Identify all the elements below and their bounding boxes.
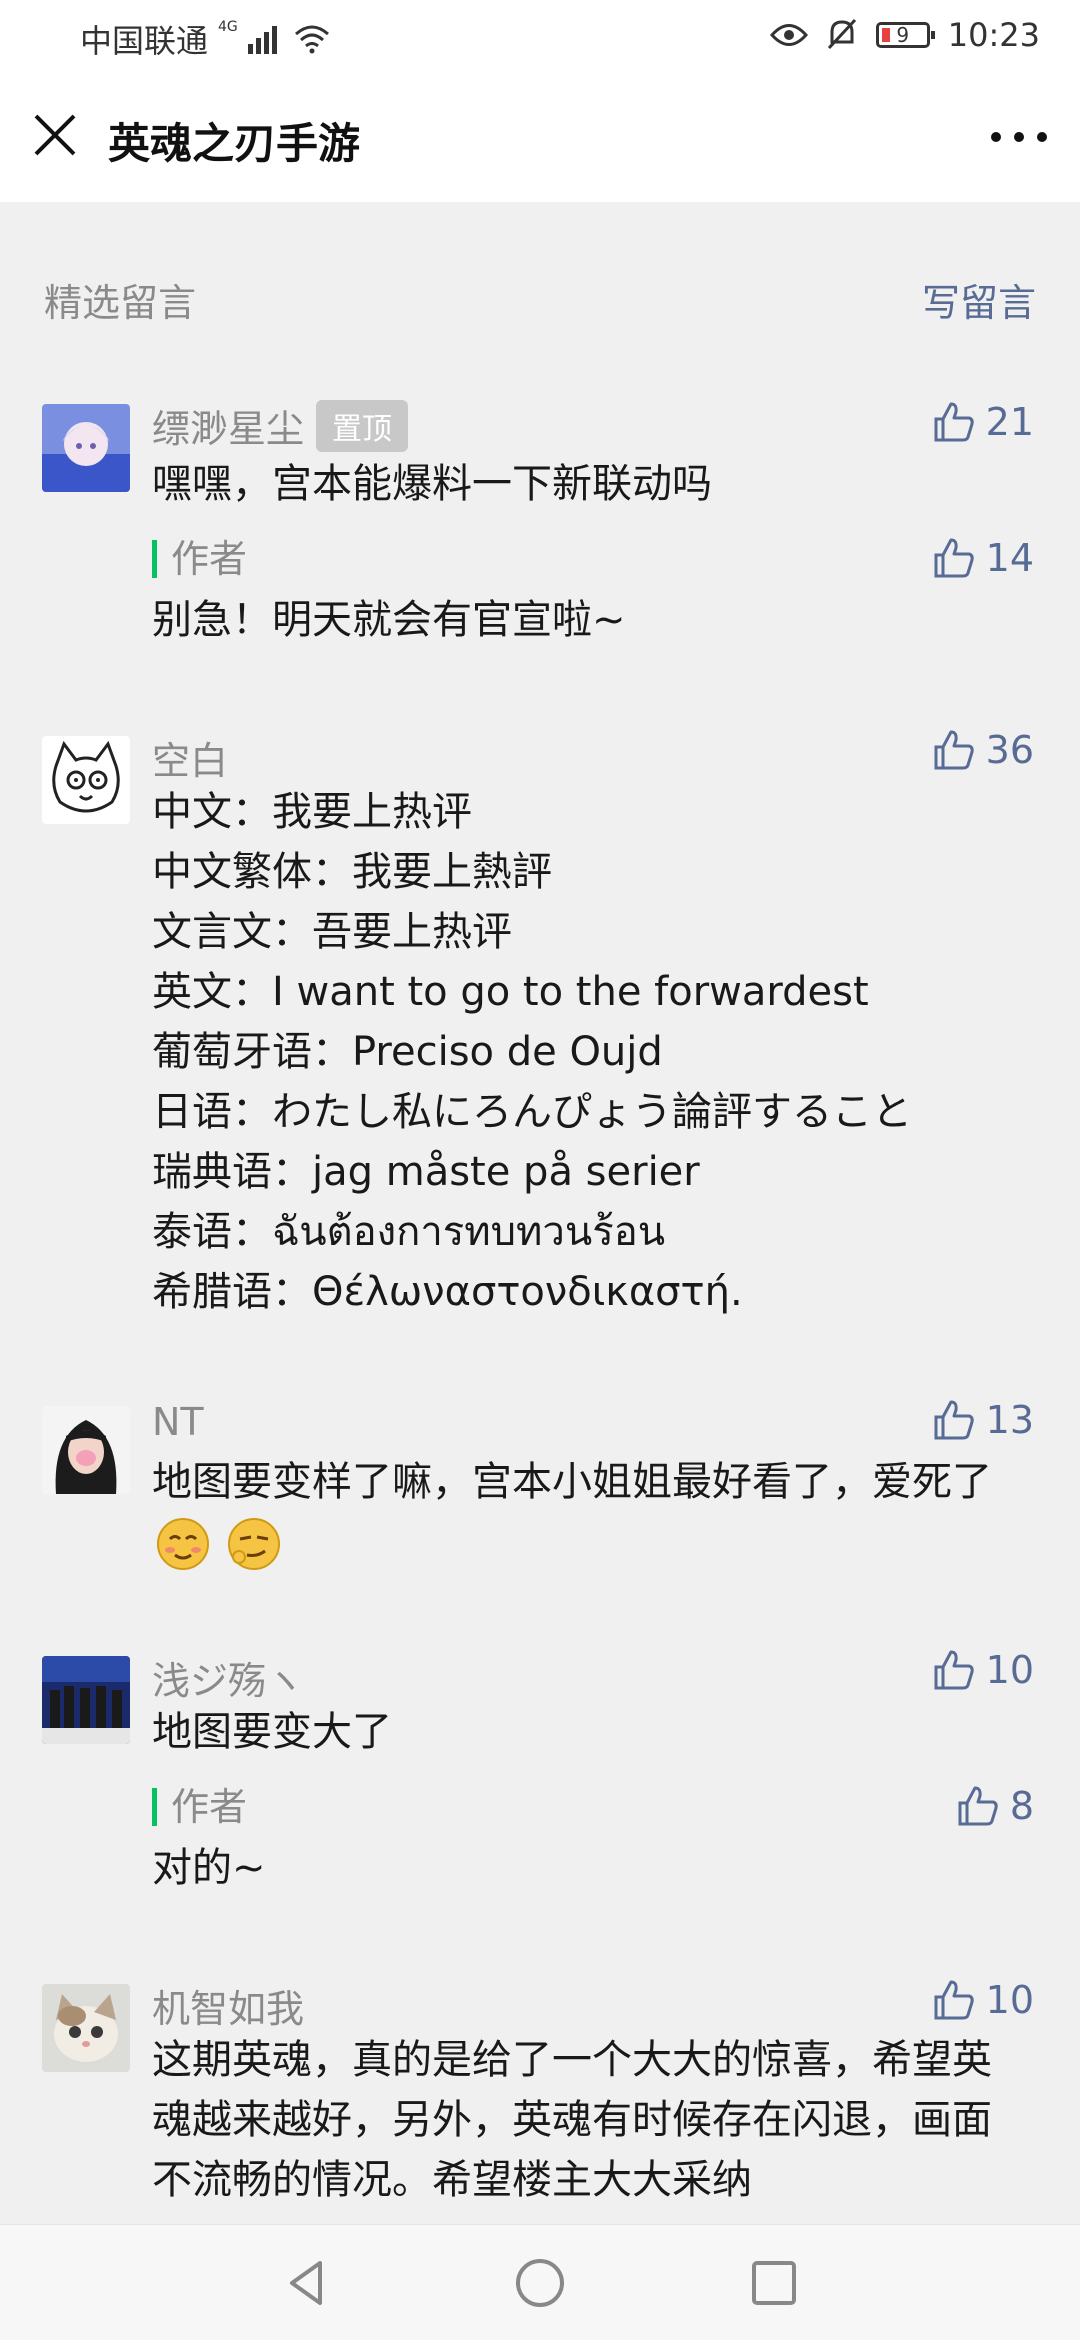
comment-item: 缥渺星尘 置顶 21 嘿嘿，宫本能爆料一下新联动吗 作者 14 别急！明天就会有… [0, 390, 1080, 690]
triangle-back-icon[interactable] [280, 2255, 336, 2311]
comment-line: 瑞典语：jag måste på serier [152, 1149, 700, 1195]
like-button[interactable]: 21 [932, 400, 1034, 444]
comment-line: 文言文：吾要上热评 [152, 909, 512, 955]
signal-icon [247, 26, 277, 54]
status-left: 中国联通 4G [80, 16, 330, 62]
avatar[interactable] [42, 404, 130, 492]
comment-nickname[interactable]: 空白 [152, 730, 228, 785]
system-navigation-bar [0, 2224, 1080, 2340]
comments-section-header: 精选留言 写留言 [0, 202, 1080, 352]
comment-text: 嘿嘿，宫本能爆料一下新联动吗 [152, 461, 712, 507]
write-comment-button[interactable]: 写留言 [922, 272, 1036, 327]
battery-icon: 9 [875, 22, 935, 48]
kitten-photo-avatar-image [42, 1984, 130, 2072]
page-title: 英魂之刃手游 [108, 119, 361, 168]
thumbs-up-icon [934, 730, 974, 770]
author-reply-label: 作者 [152, 540, 247, 578]
reply-like-button[interactable]: 14 [932, 536, 1034, 580]
cat-sketch-avatar-image [42, 736, 130, 824]
square-recent-icon[interactable] [746, 2255, 802, 2311]
smirk-emoji [227, 1518, 280, 1570]
comment-line: 希腊语：Θέλωναστονδικαστή. [152, 1269, 743, 1315]
author-reply-label: 作者 [152, 1788, 247, 1826]
like-count: 10 [985, 1978, 1034, 2022]
girl-photo-avatar-image [42, 1406, 130, 1494]
avatar[interactable] [42, 1984, 130, 2072]
comment-item: 机智如我 10 这期英魂，真的是给了一个大大的惊喜，希望英魂越来越好，另外，英魂… [0, 1978, 1080, 2224]
comment-nickname-row: 缥渺星尘 置顶 [152, 398, 409, 453]
like-count: 14 [985, 536, 1034, 580]
like-count: 8 [1009, 1784, 1034, 1828]
comment-nickname[interactable]: NT [152, 1400, 204, 1444]
network-type-label: 4G [218, 19, 238, 35]
comment-nickname[interactable]: 缥渺星尘 [152, 398, 304, 453]
comment-nickname-row: NT [152, 1400, 204, 1444]
wifi-icon [294, 25, 329, 54]
close-icon[interactable] [28, 108, 82, 162]
group-photo-avatar-image [42, 1656, 130, 1744]
avatar[interactable] [42, 736, 130, 824]
circle-home-icon[interactable] [512, 2255, 568, 2311]
comment-line: 中文：我要上热评 [152, 789, 472, 835]
clock: 10:23 [947, 16, 1040, 54]
like-count: 10 [985, 1648, 1034, 1692]
comment-item: NT 13 地图要变样了嘛，宫本小姐姐最好看了，爱死了 [0, 1392, 1080, 1612]
comment-text-block: 地图要变样了嘛，宫本小姐姐最好看了，爱死了 [152, 1452, 1012, 1572]
comment-item: 浅ジ殇ヽ 10 地图要变大了 作者 8 对的~ [0, 1642, 1080, 1932]
comment-text: 中文：我要上热评 中文繁体：我要上熱評 文言文：吾要上热评 英文：I want … [152, 782, 1012, 1322]
like-button[interactable]: 10 [932, 1978, 1034, 2022]
thumbs-up-icon [934, 1650, 974, 1690]
pinned-badge: 置顶 [316, 399, 409, 452]
comment-line: 日语：わたし私にろんぴょう論評すること [152, 1089, 912, 1135]
like-count: 36 [985, 728, 1034, 772]
thumbs-up-icon [958, 1786, 998, 1826]
reply-like-button[interactable]: 8 [956, 1784, 1034, 1828]
comment-nickname-row: 空白 [152, 730, 228, 785]
featured-comments-title: 精选留言 [44, 281, 197, 325]
thumbs-up-icon [934, 538, 974, 578]
like-count: 21 [985, 400, 1034, 444]
like-button[interactable]: 10 [932, 1648, 1034, 1692]
status-bar: 中国联通 4G 9 10:23 [0, 0, 1080, 72]
thumbs-up-icon [934, 1980, 974, 2020]
avatar[interactable] [42, 1656, 130, 1744]
eye-icon [769, 24, 808, 46]
comment-text: 地图要变大了 [152, 1709, 392, 1755]
like-button[interactable]: 36 [932, 728, 1034, 772]
comment-nickname-row: 机智如我 [152, 1978, 304, 2033]
comment-nickname-row: 浅ジ殇ヽ [152, 1650, 304, 1705]
comment-line: 葡萄牙语：Preciso de Oujd [152, 1029, 663, 1075]
comment-nickname[interactable]: 机智如我 [152, 1978, 304, 2033]
like-button[interactable]: 13 [932, 1398, 1034, 1442]
title-bar: 英魂之刃手游 [0, 72, 1080, 202]
mute-bell-icon [827, 18, 856, 50]
like-count: 13 [985, 1398, 1034, 1442]
anime-avatar-image [42, 404, 130, 492]
more-dots-icon[interactable] [984, 112, 1054, 162]
status-right: 9 10:23 [769, 16, 1040, 54]
comment-nickname[interactable]: 浅ジ殇ヽ [152, 1650, 304, 1705]
comment-text: 地图要变样了嘛，宫本小姐姐最好看了，爱死了 [152, 1459, 992, 1505]
author-reply-text: 对的~ [152, 1845, 266, 1891]
comment-item: 空白 36 中文：我要上热评 中文繁体：我要上熱評 文言文：吾要上热评 英文：I… [0, 722, 1080, 1322]
comment-line: 泰语：ฉันต้องการทบทวนร้อน [152, 1209, 666, 1255]
comment-text: 这期英魂，真的是给了一个大大的惊喜，希望英魂越来越好，另外，英魂有时候存在闪退，… [152, 2037, 992, 2203]
thumbs-up-icon [934, 1400, 974, 1440]
thumbs-up-icon [934, 402, 974, 442]
carrier-label: 中国联通 [80, 22, 209, 60]
battery-level: 9 [896, 23, 910, 47]
comment-line: 中文繁体：我要上熱評 [152, 849, 552, 895]
author-reply-text: 别急！明天就会有官宣啦~ [152, 597, 626, 643]
avatar[interactable] [42, 1406, 130, 1494]
comment-line: 英文：I want to go to the forwardest [152, 969, 869, 1015]
blush-emoji [157, 1518, 209, 1570]
